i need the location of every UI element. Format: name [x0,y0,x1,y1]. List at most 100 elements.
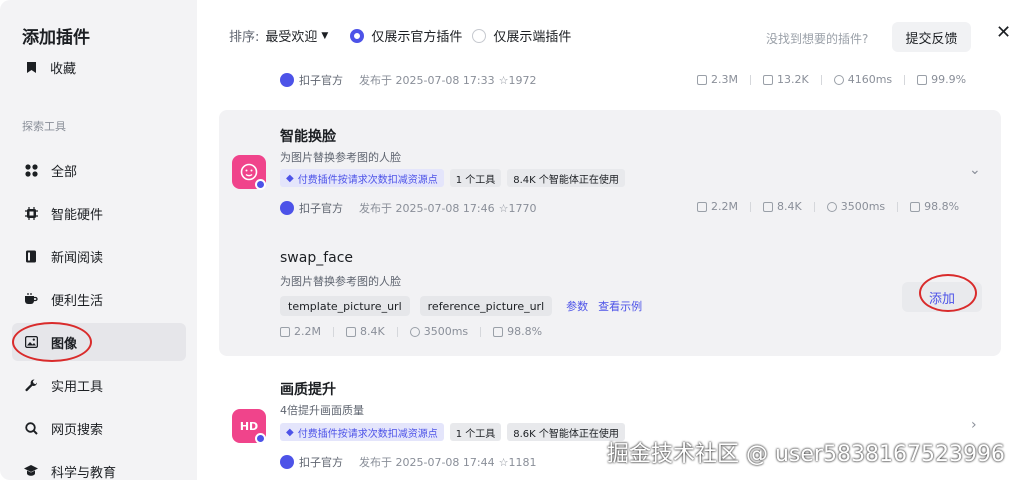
stat-value: 2.2M [294,325,321,338]
sidebar-item-label: 收藏 [50,62,77,77]
close-icon[interactable]: ✕ [996,22,1011,43]
stat-value: 98.8% [507,325,543,338]
sidebar-section-label: 探索工具 [22,120,66,133]
official-author-icon [280,455,294,469]
tool-params: template_picture_url reference_picture_u… [280,296,642,316]
stat-value: 3500ms [423,325,469,338]
plugin-stats: 2.2M 8.4K 3500ms 98.8% [697,200,959,213]
tools-count-tag: 1 个工具 [449,423,502,441]
publish-date: 发布于 2025-07-08 17:46 [359,202,495,215]
star-icon: ☆ [498,455,509,469]
param-tag: reference_picture_url [419,296,553,316]
sidebar-item-news[interactable]: 新闻阅读 [12,237,186,275]
stat-value: 2.3M [711,73,738,86]
plugin-meta: 扣子官方 发布于 2025-07-08 17:46 ☆ 1770 [280,200,537,216]
search-icon [24,421,38,435]
plugin-title: 智能换脸 [280,129,336,145]
sidebar-item-hardware[interactable]: 智能硬件 [12,194,186,232]
bots-icon [345,326,356,337]
param-tag: template_picture_url [280,296,410,316]
clock-icon [826,201,837,212]
official-badge-icon [255,433,266,444]
feedback-button[interactable]: 提交反馈 [892,22,971,52]
params-link[interactable]: 参数 [566,298,588,314]
sidebar-item-image[interactable]: 图像 [12,323,186,361]
bots-icon [762,201,773,212]
radio-unchecked-icon [472,28,487,43]
stat-value: 3500ms [840,200,886,213]
stat-value: 8.4K [359,325,385,338]
sidebar-item-all[interactable]: 全部 [12,151,186,189]
stat-value: 8.4K [776,200,802,213]
radio-checked-icon [350,28,365,43]
sidebar-item-label: 全部 [51,164,78,180]
sidebar: 添加插件 收藏 探索工具 全部 智能硬件 新闻阅读 便利生活 图像 实用工具 网… [0,0,197,480]
star-icon: ☆ [498,201,509,215]
tools-count-tag: 1 个工具 [449,169,502,187]
stat-value: 98.8% [924,200,960,213]
chevron-right-icon[interactable]: › [971,417,977,433]
paid-tag: ◆ 付费插件按请求次数扣减资源点 [280,423,444,441]
publish-date: 发布于 2025-07-08 17:44 [359,456,495,469]
not-found-hint: 没找到想要的插件? [766,32,869,46]
shield-icon: ◆ [286,172,294,184]
book-icon [24,249,38,263]
sidebar-item-tools[interactable]: 实用工具 [12,366,186,404]
plugin-description: 4倍提升画面质量 [280,404,364,417]
add-plugin-dialog: 添加插件 收藏 探索工具 全部 智能硬件 新闻阅读 便利生活 图像 实用工具 网… [0,0,1024,480]
plugin-title: 画质提升 [280,382,336,398]
author-name: 扣子官方 [299,74,343,87]
dialog-title: 添加插件 [22,28,90,48]
sidebar-item-label: 智能硬件 [51,207,104,223]
author-name: 扣子官方 [299,202,343,215]
add-tool-button[interactable]: 添加 [902,282,982,312]
clock-icon [833,74,844,85]
bookmark-icon [24,61,38,75]
sidebar-item-web-search[interactable]: 网页搜索 [12,409,186,447]
radio-label: 仅展示官方插件 [371,30,463,45]
prev-card-stats: 2.3M 13.2K 4160ms 99.9% [697,73,966,86]
star-count: 1770 [508,201,537,215]
grid-icon [24,163,38,177]
official-author-icon [280,201,294,215]
official-only-radio[interactable]: 仅展示官方插件 [350,26,462,45]
tool-stats: 2.2M 8.4K 3500ms 98.8% [280,325,542,338]
sort-dropdown[interactable]: 最受欢迎 ▼ [265,26,328,45]
sort-label: 排序: [229,30,260,45]
sidebar-item-favorites[interactable]: 收藏 [24,58,76,77]
usage-tag: 8.4K 个智能体正在使用 [507,169,625,187]
tool-description: 为图片替换参考图的人脸 [280,275,401,288]
star-icon: ☆ [498,73,509,87]
success-rate-icon [917,74,928,85]
calls-icon [697,74,707,85]
star-count: 1181 [508,455,537,469]
official-badge-icon [255,179,266,190]
sidebar-item-label: 图像 [51,336,78,352]
chevron-down-icon[interactable]: ⌄ [969,162,981,178]
stat-value: 13.2K [776,73,809,86]
prev-card-meta: 扣子官方 发布于 2025-07-08 17:33 ☆ 1972 [280,72,537,88]
plugin-tags: ◆ 付费插件按请求次数扣减资源点 1 个工具 8.4K 个智能体正在使用 [280,169,625,187]
calls-icon [280,326,290,337]
sidebar-item-label: 便利生活 [51,293,104,309]
bots-icon [762,74,773,85]
wrench-icon [24,378,38,392]
plugin-tags: ◆ 付费插件按请求次数扣减资源点 1 个工具 8.6K 个智能体正在使用 [280,423,625,441]
stat-value: 4160ms [847,73,893,86]
stat-value: 2.2M [711,200,738,213]
example-link[interactable]: 查看示例 [598,298,642,314]
sidebar-item-life[interactable]: 便利生活 [12,280,186,318]
paid-tag: ◆ 付费插件按请求次数扣减资源点 [280,169,444,187]
publish-date: 发布于 2025-07-08 17:33 [359,74,495,87]
star-count: 1972 [508,73,537,87]
shield-icon: ◆ [286,426,294,438]
image-icon [24,335,38,349]
sidebar-item-education[interactable]: 科学与教育 [12,452,186,480]
sidebar-item-label: 网页搜索 [51,422,104,438]
client-only-radio[interactable]: 仅展示端插件 [472,26,571,45]
sidebar-item-label: 实用工具 [51,379,104,395]
plugin-card-face-swap[interactable]: 智能换脸 为图片替换参考图的人脸 ◆ 付费插件按请求次数扣减资源点 1 个工具 8… [219,110,1001,356]
filter-bar: 排序: 最受欢迎 ▼ 仅展示官方插件 仅展示端插件 [229,26,571,45]
sort-value: 最受欢迎 [265,30,318,45]
success-rate-icon [910,201,921,212]
